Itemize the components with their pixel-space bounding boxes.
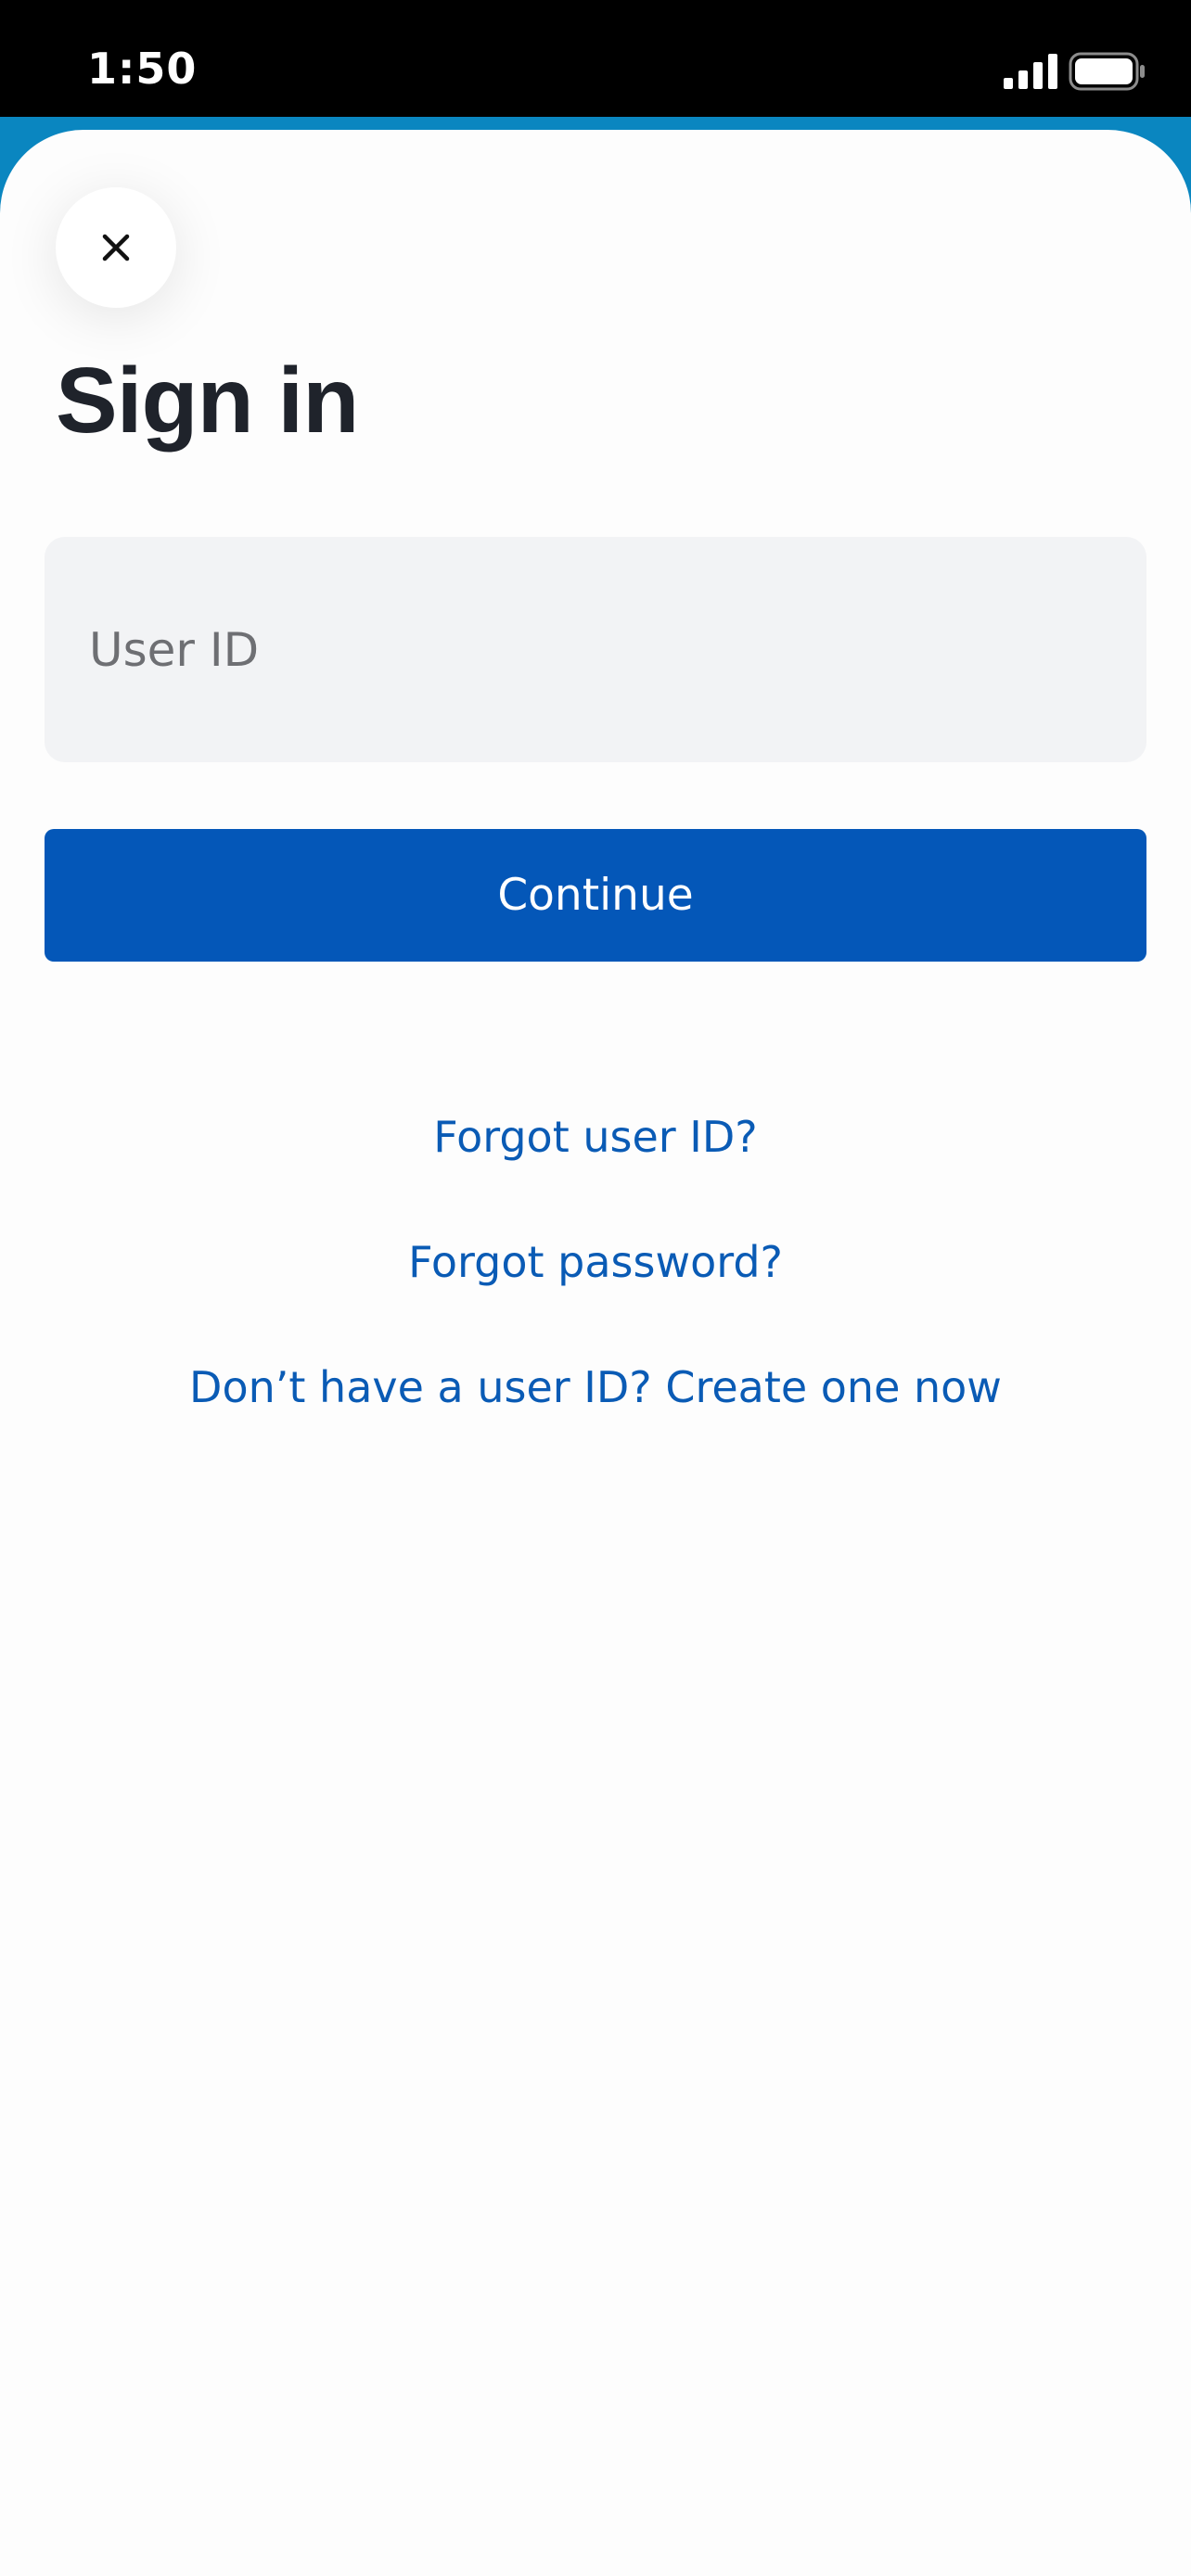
user-id-input[interactable] <box>45 537 1146 762</box>
sign-in-sheet: Sign in Continue Forgot user ID? Forgot … <box>0 130 1191 2576</box>
user-id-field <box>45 537 1146 762</box>
sign-in-screen: 1:50 Sign in Continue Forgot user ID? Fo <box>0 0 1191 2576</box>
forgot-password-link[interactable]: Forgot password? <box>0 1234 1191 1290</box>
cellular-signal-icon <box>1004 54 1057 89</box>
battery-icon <box>1069 52 1145 91</box>
continue-button[interactable]: Continue <box>45 829 1146 962</box>
close-icon <box>102 234 130 261</box>
forgot-user-id-link[interactable]: Forgot user ID? <box>0 1109 1191 1165</box>
close-button[interactable] <box>56 187 176 308</box>
status-bar: 1:50 <box>0 0 1191 117</box>
page-title: Sign in <box>56 349 359 453</box>
status-time: 1:50 <box>87 44 198 94</box>
create-user-id-link[interactable]: Don’t have a user ID? Create one now <box>0 1359 1191 1415</box>
